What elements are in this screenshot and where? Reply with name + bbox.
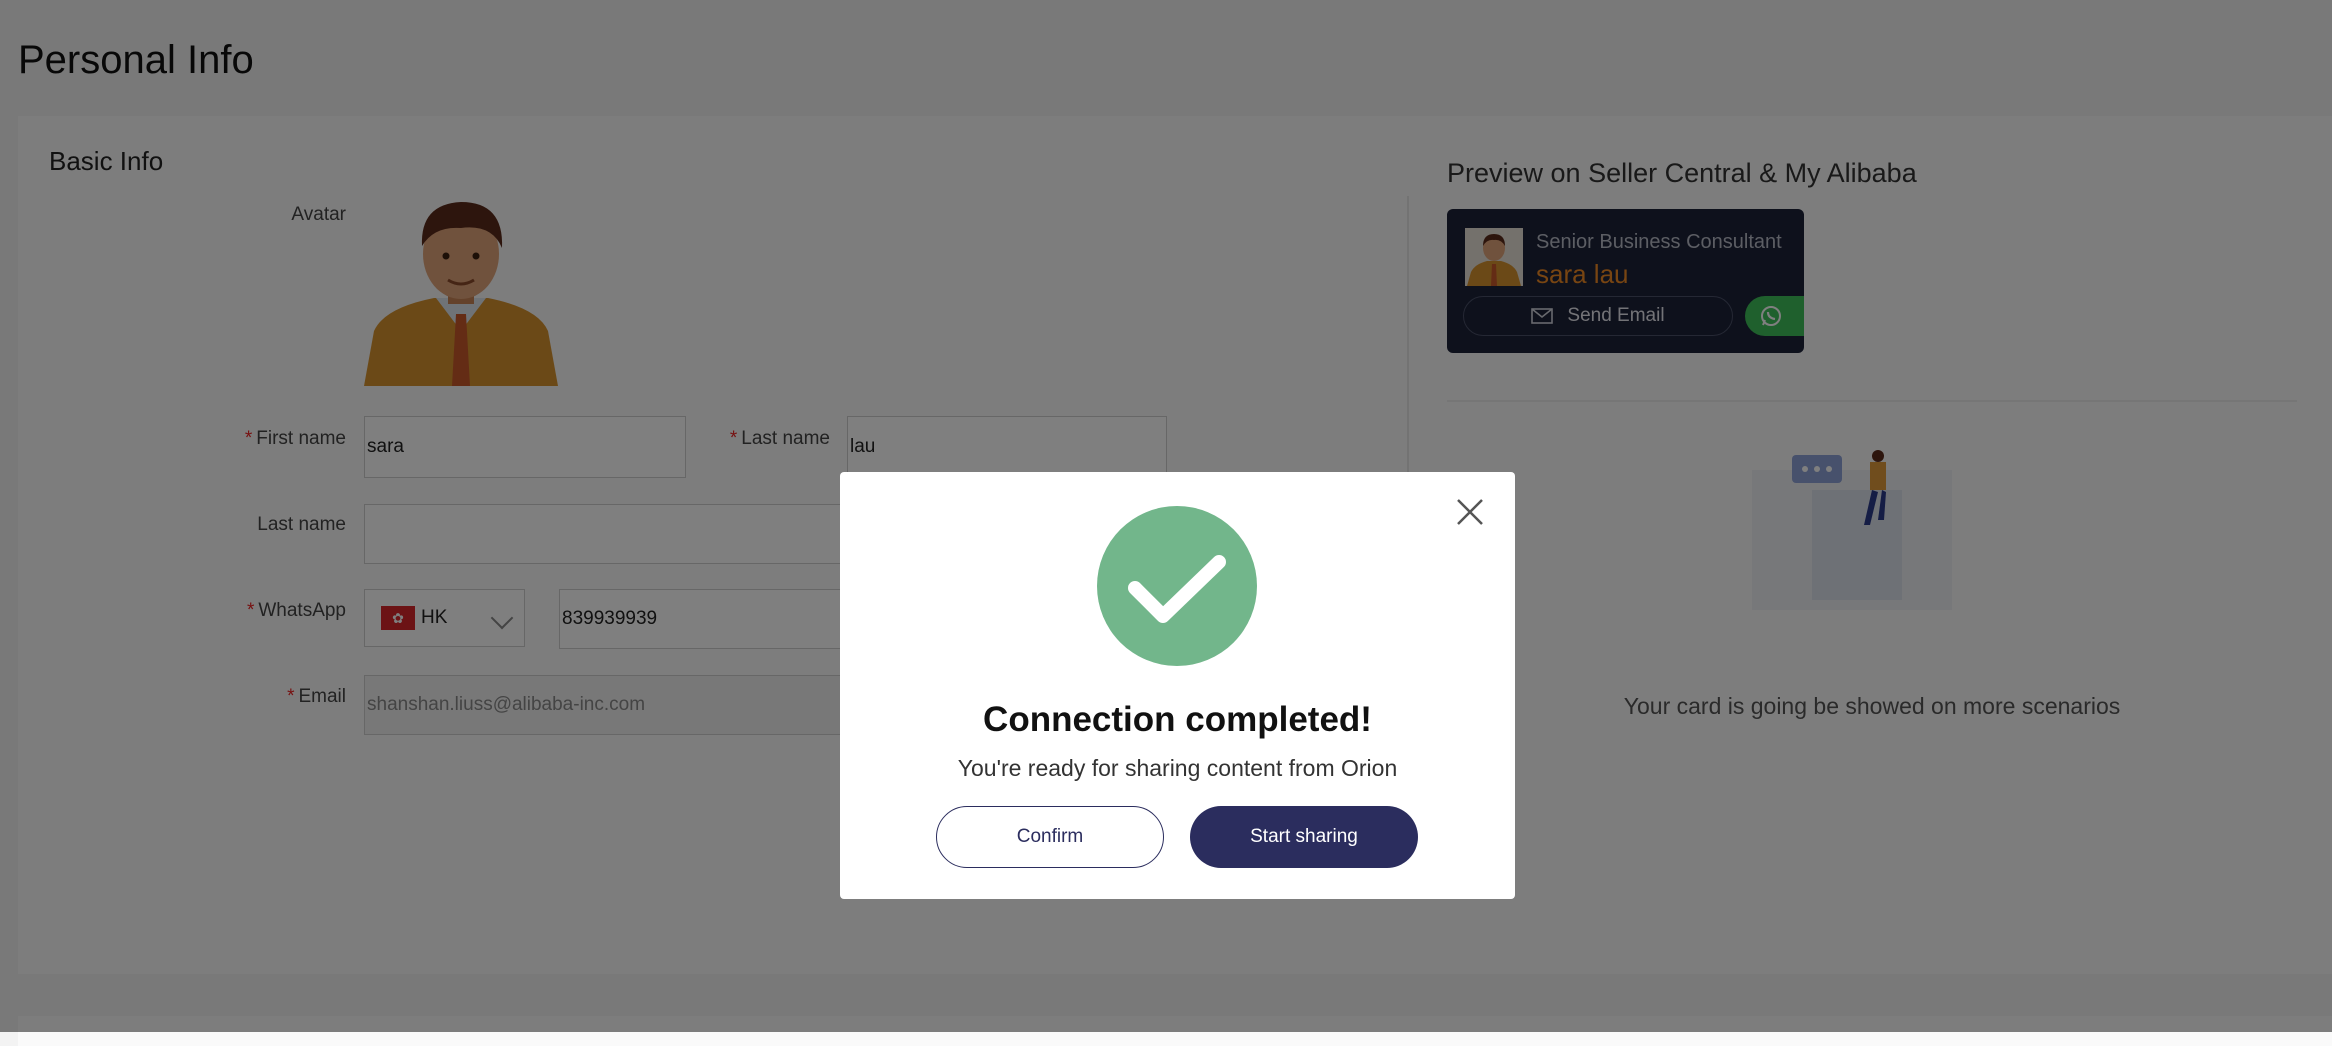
modal-subtitle: You're ready for sharing content from Or… [957, 755, 1398, 781]
close-icon [1457, 499, 1483, 525]
confirm-button[interactable]: Confirm [936, 806, 1164, 868]
connection-modal: Connection completed! You're ready for s… [840, 472, 1515, 899]
start-sharing-button[interactable]: Start sharing [1190, 806, 1418, 868]
close-button[interactable] [1450, 492, 1490, 532]
success-check-icon [1097, 506, 1257, 666]
modal-title: Connection completed! [983, 700, 1372, 739]
